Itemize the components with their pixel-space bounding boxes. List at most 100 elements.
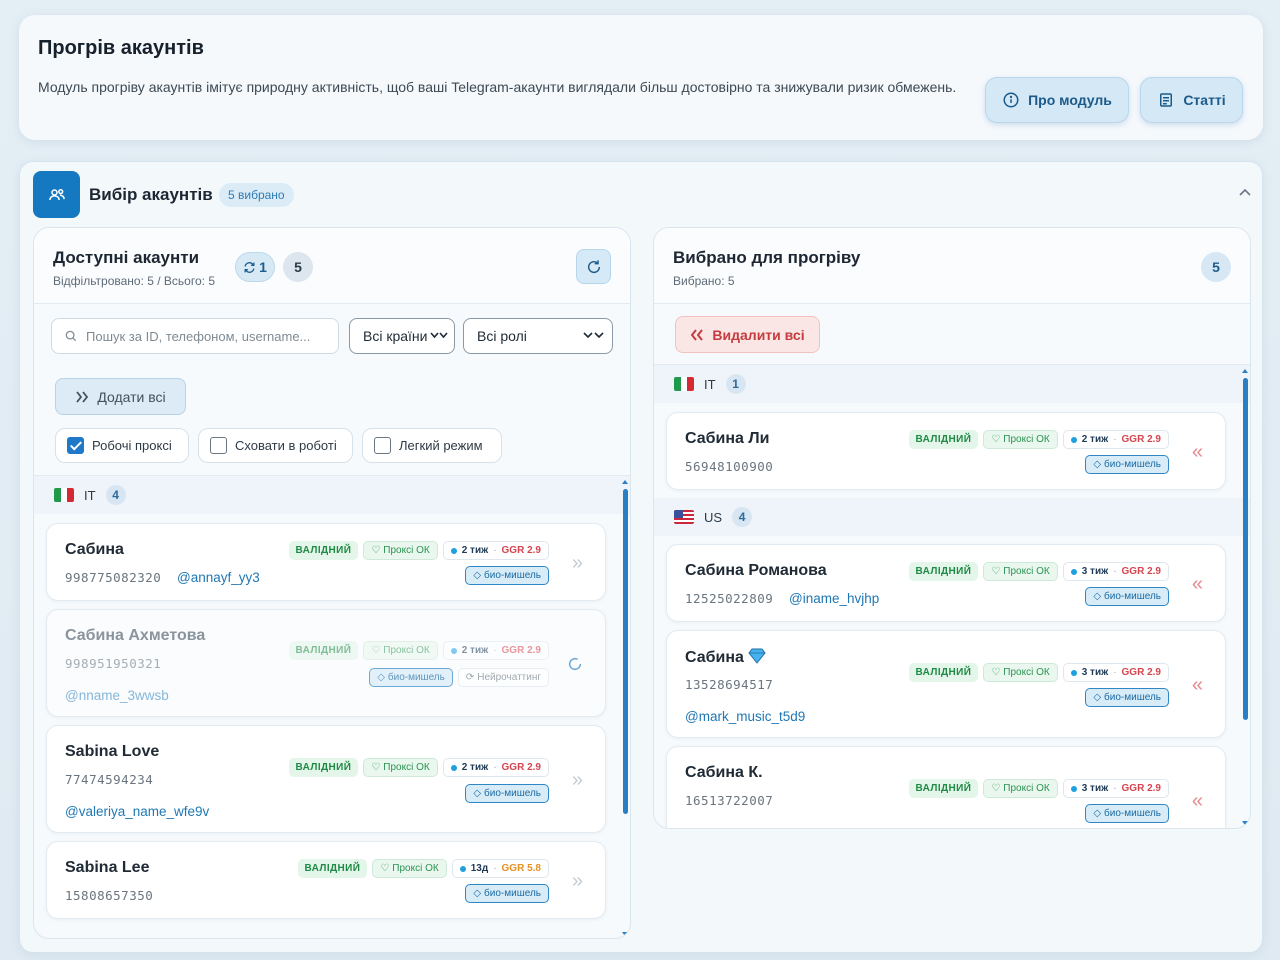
articles-label: Статті: [1183, 92, 1226, 108]
remove-account-icon[interactable]: «: [1192, 442, 1203, 462]
selected-accounts-list[interactable]: IT 1 Сабина Ли 56948100900 ВАЛІДНИЙ ♡ Про…: [654, 364, 1250, 828]
scrollbar-thumb[interactable]: [1243, 378, 1248, 720]
selected-header: Вибрано для прогріву Вибрано: 5 5: [654, 228, 1250, 304]
articles-button[interactable]: Статті: [1140, 77, 1243, 123]
refresh-icon: [587, 259, 600, 273]
roles-select[interactable]: Всі ролі: [463, 318, 613, 354]
add-account-icon[interactable]: »: [572, 770, 583, 790]
shield-icon: ♡: [991, 783, 1001, 794]
remove-account-icon[interactable]: «: [1192, 791, 1203, 811]
ggr-value: GGR 2.9: [501, 645, 541, 656]
role-tag: ◇ био-мишель: [1085, 455, 1169, 474]
account-phone: 56948100900: [685, 459, 774, 474]
shield-icon: ♡: [991, 667, 1001, 678]
checkbox-label: Сховати в роботі: [235, 438, 337, 453]
account-card[interactable]: Сабина Ахметова 998951950321 @nname_3wws…: [46, 609, 606, 717]
proxy-label: Проксі ОК: [383, 545, 430, 556]
account-name: Сабина Романова: [685, 562, 827, 579]
group-count: 4: [732, 507, 753, 527]
checkbox-label: Легкий режим: [399, 438, 483, 453]
sync-pill[interactable]: 1: [235, 252, 275, 282]
country-select[interactable]: Всі країни: [349, 318, 455, 354]
account-name: Sabina Lee: [65, 859, 150, 876]
proxy-label: Проксі ОК: [392, 863, 439, 874]
available-count: 5: [283, 252, 313, 282]
scroll-up-arrow[interactable]: [1242, 369, 1248, 373]
available-header: Доступні акаунти Відфільтровано: 5 / Всь…: [34, 228, 630, 304]
tag-icon: ◇: [1093, 591, 1102, 602]
add-account-icon[interactable]: »: [572, 871, 583, 891]
refresh-button[interactable]: [576, 249, 611, 284]
users-icon: [33, 171, 80, 218]
account-name: Сабина: [685, 648, 767, 667]
account-card[interactable]: Сабина Ли 56948100900 ВАЛІДНИЙ ♡ Проксі О…: [666, 412, 1226, 490]
search-field[interactable]: [51, 318, 339, 354]
account-username[interactable]: @mark_music_t5d9: [685, 709, 805, 724]
account-name: Sabina Love: [65, 743, 160, 760]
scroll-down-arrow[interactable]: [622, 932, 628, 936]
checkbox-unchecked[interactable]: [374, 437, 391, 454]
role-tag: ◇ био-мишель: [465, 566, 549, 585]
proxy-badge: ♡ Проксі ОК: [363, 541, 438, 560]
tag-icon: ◇: [377, 672, 385, 683]
sync-count: 1: [259, 259, 267, 275]
proxy-label: Проксі ОК: [1003, 434, 1050, 445]
scroll-up-arrow[interactable]: [622, 480, 628, 484]
available-accounts-panel: Доступні акаунти Відфільтровано: 5 / Всь…: [33, 227, 631, 939]
search-icon: [65, 330, 77, 342]
scroll-down-arrow[interactable]: [1242, 821, 1248, 825]
age-ggr-badge: 2 тиж · GGR 2.9: [442, 541, 549, 560]
age-label: 13д: [470, 863, 489, 874]
account-card[interactable]: Сабина К. 16513722007 ВАЛІДНИЙ ♡ Проксі О…: [666, 746, 1226, 828]
shield-icon: ♡: [371, 762, 381, 773]
checkbox-label: Робочі проксі: [92, 438, 172, 453]
status-badge: ВАЛІДНИЙ: [908, 663, 979, 682]
account-card[interactable]: Сабина 13528694517 @mark_music_t5d9 ВАЛІ…: [666, 630, 1226, 738]
status-badge: ВАЛІДНИЙ: [908, 779, 979, 798]
role-tag: ◇ био-мишель: [465, 784, 549, 803]
checkbox-checked[interactable]: [67, 437, 84, 454]
tag-icon: ◇: [473, 570, 482, 581]
light-mode-checkbox[interactable]: Легкий режим: [362, 428, 502, 463]
usa-flag-icon: [674, 510, 694, 524]
hide-in-work-checkbox[interactable]: Сховати в роботі: [198, 428, 353, 463]
account-phone: 15808657350: [65, 888, 154, 903]
account-username[interactable]: @valeriya_name_wfe9v: [65, 804, 209, 819]
proxy-badge: ♡ Проксі ОК: [983, 779, 1058, 798]
account-username[interactable]: @annayf_yy3: [177, 570, 260, 585]
search-input[interactable]: [86, 328, 326, 344]
chevron-up-icon[interactable]: [1238, 186, 1252, 200]
account-username[interactable]: @nname_3wwsb: [65, 688, 169, 703]
country-group-us: US 4: [654, 498, 1250, 536]
sync-icon: ⟳: [465, 672, 475, 683]
remove-account-icon[interactable]: «: [1192, 675, 1203, 695]
add-all-button[interactable]: Додати всі: [55, 378, 186, 415]
account-card[interactable]: Сабина 998775082320 @annayf_yy3 ВАЛІДНИЙ…: [46, 523, 606, 601]
account-card[interactable]: Sabina Lee 15808657350 ВАЛІДНИЙ ♡ Проксі …: [46, 841, 606, 919]
add-account-icon[interactable]: »: [572, 553, 583, 573]
account-card[interactable]: Sabina Love 77474594234 @valeriya_name_w…: [46, 725, 606, 833]
page-description: Модуль прогріву акаунтів імітує природну…: [38, 79, 957, 95]
group-count: 4: [105, 485, 126, 505]
scrollbar-thumb[interactable]: [623, 489, 628, 814]
account-card[interactable]: Сабина Романова 12525022809 @iname_hvjhp…: [666, 544, 1226, 622]
age-label: 3 тиж: [1081, 783, 1109, 794]
available-accounts-list[interactable]: IT 4 Сабина 998775082320 @annayf_yy3 ВАЛ…: [34, 475, 630, 938]
ggr-value: GGR 5.8: [501, 863, 541, 874]
remove-account-icon[interactable]: «: [1192, 574, 1203, 594]
page-title: Прогрів акаунтів: [38, 37, 204, 59]
remove-all-button[interactable]: Видалити всі: [675, 316, 820, 353]
tag-icon: ◇: [1093, 459, 1102, 470]
double-chevron-left-icon: [691, 328, 704, 341]
shield-icon: ♡: [380, 863, 390, 874]
working-proxy-checkbox[interactable]: Робочі проксі: [55, 428, 189, 463]
checkbox-unchecked[interactable]: [210, 437, 227, 454]
roles-select-value: Всі ролі: [477, 328, 527, 344]
age-label: 2 тиж: [461, 545, 489, 556]
add-all-label: Додати всі: [97, 388, 166, 405]
status-badge: ВАЛІДНИЙ: [908, 430, 979, 449]
header-card: Прогрів акаунтів Модуль прогріву акаунті…: [19, 15, 1263, 140]
about-module-button[interactable]: Про модуль: [985, 77, 1129, 123]
age-ggr-badge: 2 тиж · GGR 2.9: [442, 758, 549, 777]
account-username[interactable]: @iname_hvjhp: [789, 591, 879, 606]
